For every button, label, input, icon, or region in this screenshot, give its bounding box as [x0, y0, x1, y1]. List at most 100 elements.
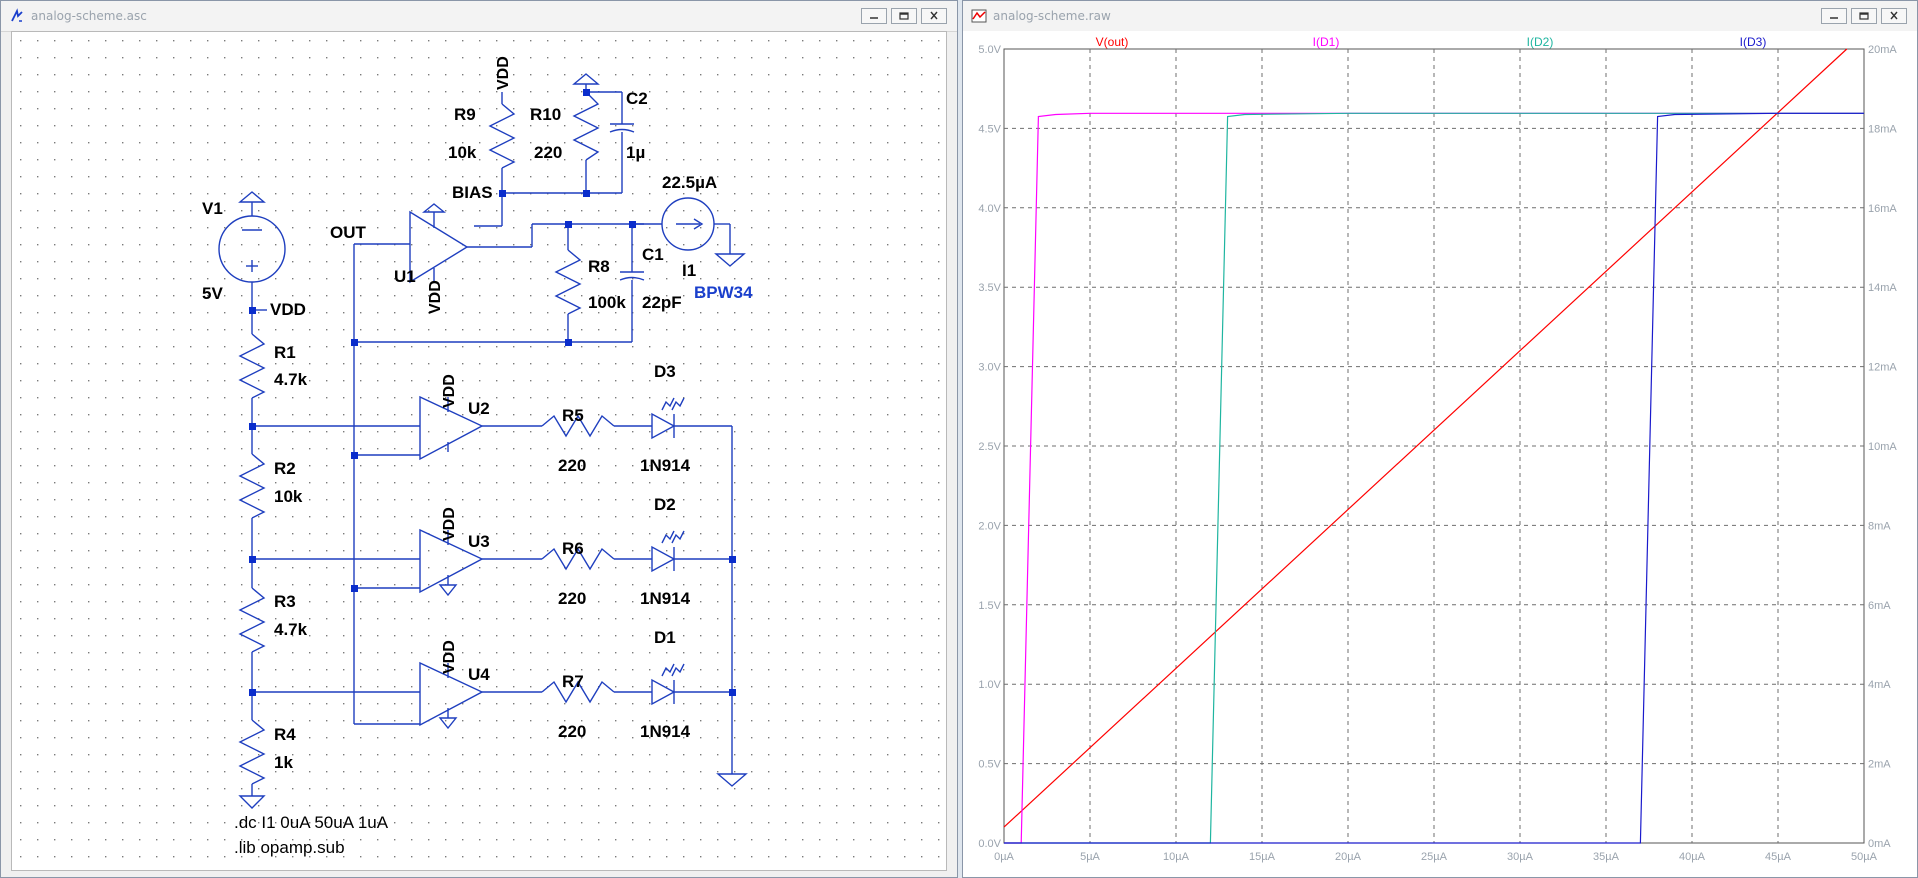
x-tick-label: 45µA — [1765, 851, 1792, 863]
y-right-tick-label: 10mA — [1868, 441, 1897, 453]
ltspice-schematic-icon — [11, 8, 23, 22]
minimize-icon — [1830, 17, 1838, 19]
y-right-tick-label: 2mA — [1868, 759, 1891, 771]
label-u1: U1 — [394, 267, 416, 286]
label-r2-value: 10k — [274, 487, 303, 506]
y-right-tick-label: 12mA — [1868, 362, 1897, 374]
label-d2: D2 — [654, 495, 676, 514]
label-out: OUT — [330, 223, 367, 242]
label-r4-value: 1k — [274, 753, 293, 772]
x-tick-label: 25µA — [1421, 851, 1448, 863]
restore-button[interactable] — [891, 8, 917, 24]
x-tick-label: 5µA — [1080, 851, 1100, 863]
restore-icon — [1859, 12, 1869, 20]
label-v1: V1 — [202, 199, 223, 218]
directive-dc: .dc I1 0uA 50uA 1uA — [234, 813, 389, 832]
label-r6-value: 220 — [558, 589, 586, 608]
legend-label-0: V(out) — [1096, 35, 1129, 49]
y-left-tick-label: 2.0V — [978, 520, 1001, 532]
label-c2-value: 1µ — [626, 143, 645, 162]
close-button[interactable] — [1881, 8, 1907, 24]
close-icon — [1890, 11, 1898, 20]
label-vdd-u2: VDD — [441, 374, 458, 408]
waveform-window[interactable]: analog-scheme.raw 0µA 5µA 10µA 15µA 20µA 25µA… — [962, 0, 1918, 878]
label-r10-value: 220 — [534, 143, 562, 162]
label-r9: R9 — [454, 105, 476, 124]
label-d3: D3 — [654, 362, 676, 381]
y-right-tick-label: 20mA — [1868, 44, 1897, 56]
y-left-tick-label: 1.0V — [978, 679, 1001, 691]
waveform-plot[interactable]: 0µA 5µA 10µA 15µA 20µA 25µA 30µA 35µA 40µA 45µA 50… — [963, 31, 1917, 877]
y-left-tick-label: 2.5V — [978, 441, 1001, 453]
label-vdd-u3: VDD — [441, 507, 458, 541]
minimize-icon — [870, 17, 878, 19]
legend-label-2: I(D2) — [1527, 35, 1554, 49]
label-d1-model: 1N914 — [640, 722, 691, 741]
close-button[interactable] — [921, 8, 947, 24]
label-r3: R3 — [274, 592, 296, 611]
close-icon — [930, 11, 938, 20]
label-r1: R1 — [274, 343, 296, 362]
label-c2: C2 — [626, 89, 648, 108]
y-right-tick-label: 14mA — [1868, 282, 1897, 294]
y-left-tick-label: 4.0V — [978, 203, 1001, 215]
label-r5: R5 — [562, 406, 584, 425]
legend-label-1: I(D1) — [1313, 35, 1340, 49]
label-r2: R2 — [274, 459, 296, 478]
x-tick-label: 30µA — [1507, 851, 1534, 863]
label-r9-value: 10k — [448, 143, 477, 162]
y-left-tick-label: 5.0V — [978, 44, 1001, 56]
schematic-window-title: analog-scheme.asc — [31, 9, 147, 23]
label-r5-value: 220 — [558, 456, 586, 475]
restore-icon — [899, 12, 909, 20]
label-r10: R10 — [530, 105, 561, 124]
label-c1: C1 — [642, 245, 664, 264]
schematic-drawing[interactable]: V1 5V VDD R1 4.7k R2 10k R3 4.7k R4 1k R… — [12, 32, 947, 871]
grid-background — [12, 32, 946, 870]
label-r8-value: 100k — [588, 293, 626, 312]
label-r6: R6 — [562, 539, 584, 558]
y-right-tick-label: 16mA — [1868, 203, 1897, 215]
x-tick-label: 35µA — [1593, 851, 1620, 863]
plot-pane[interactable]: 0µA 5µA 10µA 15µA 20µA 25µA 30µA 35µA 40µA 45µA 50… — [963, 31, 1917, 877]
schematic-canvas[interactable]: V1 5V VDD R1 4.7k R2 10k R3 4.7k R4 1k R… — [11, 31, 947, 871]
label-i1: I1 — [682, 261, 696, 280]
label-u4: U4 — [468, 665, 490, 684]
x-tick-label: 20µA — [1335, 851, 1362, 863]
waveform-window-title: analog-scheme.raw — [993, 9, 1111, 23]
y-left-tick-label: 3.5V — [978, 282, 1001, 294]
label-u3: U3 — [468, 532, 490, 551]
schematic-titlebar[interactable]: analog-scheme.asc — [1, 1, 957, 32]
label-r7-value: 220 — [558, 722, 586, 741]
y-left-tick-label: 1.5V — [978, 600, 1001, 612]
y-right-tick-label: 4mA — [1868, 679, 1891, 691]
label-c1-value: 22pF — [642, 293, 682, 312]
waveform-titlebar[interactable]: analog-scheme.raw — [963, 1, 1917, 32]
waveform-icon — [971, 9, 987, 23]
label-r3-value: 4.7k — [274, 620, 308, 639]
x-tick-label: 15µA — [1249, 851, 1276, 863]
label-u2: U2 — [468, 399, 490, 418]
y-right-tick-label: 8mA — [1868, 520, 1891, 532]
x-tick-label: 50µA — [1851, 851, 1878, 863]
directive-lib: .lib opamp.sub — [234, 838, 345, 857]
x-tick-label: 40µA — [1679, 851, 1706, 863]
label-i1-value: 22.5µA — [662, 173, 717, 192]
label-vdd-node: VDD — [270, 300, 306, 319]
label-vdd-u4: VDD — [441, 640, 458, 674]
minimize-button[interactable] — [861, 8, 887, 24]
legend-label-3: I(D3) — [1740, 35, 1767, 49]
x-tick-label: 0µA — [994, 851, 1014, 863]
y-left-tick-label: 4.5V — [978, 123, 1001, 135]
x-tick-label: 10µA — [1163, 851, 1190, 863]
label-d1: D1 — [654, 628, 676, 647]
label-vdd-r9: VDD — [495, 56, 512, 90]
restore-button[interactable] — [1851, 8, 1877, 24]
minimize-button[interactable] — [1821, 8, 1847, 24]
label-v1-value: 5V — [202, 284, 223, 303]
y-right-tick-label: 6mA — [1868, 600, 1891, 612]
label-d2-model: 1N914 — [640, 589, 691, 608]
schematic-window[interactable]: analog-scheme.asc V1 5V VDD R1 4.7k R2 1… — [0, 0, 958, 878]
label-r4: R4 — [274, 725, 296, 744]
label-i1-model: BPW34 — [694, 283, 753, 302]
